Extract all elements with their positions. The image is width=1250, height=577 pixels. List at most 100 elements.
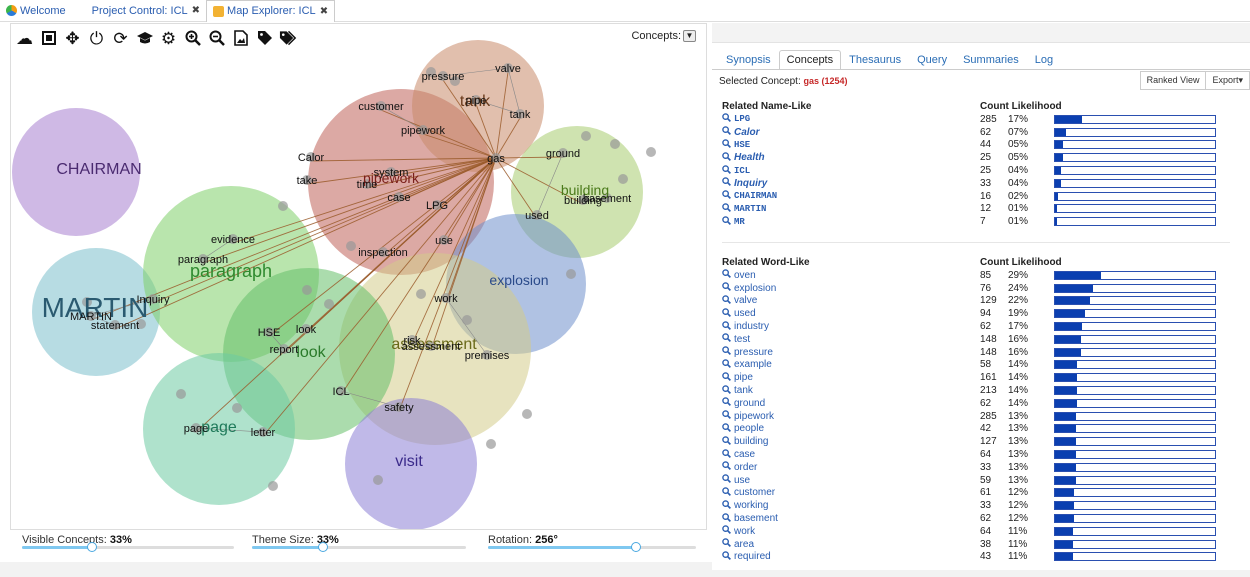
concept-name[interactable]: pressure	[722, 346, 980, 358]
chevron-down-icon[interactable]: ▼	[683, 30, 696, 42]
concept-row[interactable]: tank 213 14%	[722, 384, 1232, 397]
search-icon[interactable]	[722, 435, 734, 448]
concept-node[interactable]	[522, 409, 532, 419]
search-icon[interactable]	[722, 113, 734, 125]
concept-row[interactable]: use 59 13%	[722, 474, 1232, 487]
search-icon[interactable]	[722, 333, 734, 345]
concept-label[interactable]: LPG	[426, 200, 448, 212]
concept-name[interactable]: work	[722, 525, 980, 537]
concept-label[interactable]: order	[734, 462, 757, 473]
search-icon[interactable]	[722, 499, 734, 512]
concept-name[interactable]: ICL	[722, 164, 980, 177]
concept-row[interactable]: order 33 13%	[722, 461, 1232, 474]
concept-row[interactable]: oven 85 29%	[722, 269, 1232, 282]
concept-name[interactable]: tank	[722, 384, 980, 397]
concept-label[interactable]: report	[270, 344, 299, 356]
concept-label[interactable]: customer	[358, 101, 404, 113]
concept-name[interactable]: ground	[722, 397, 980, 409]
concept-label[interactable]: MARTIN	[734, 204, 766, 214]
concept-row[interactable]: MARTIN 12 01%	[722, 203, 1232, 216]
concept-label[interactable]: safety	[384, 402, 414, 414]
concept-node[interactable]	[462, 315, 472, 325]
search-icon[interactable]	[722, 215, 734, 228]
zoom-in-icon[interactable]	[183, 29, 202, 48]
concept-node[interactable]	[232, 403, 242, 413]
concept-name[interactable]: CHAIRMAN	[722, 190, 980, 202]
power-icon[interactable]: ⏻	[87, 29, 106, 48]
concept-node[interactable]	[176, 389, 186, 399]
concept-name[interactable]: Health	[722, 152, 980, 164]
concept-node[interactable]	[346, 241, 356, 251]
concept-name[interactable]: people	[722, 423, 980, 435]
concept-node[interactable]	[486, 439, 496, 449]
concept-label[interactable]: HSE	[258, 327, 281, 339]
concept-label[interactable]: oven	[734, 270, 756, 281]
concept-label[interactable]: industry	[734, 321, 769, 332]
concept-label[interactable]: Calor	[734, 127, 760, 138]
concept-label[interactable]: pipework	[401, 125, 446, 137]
concept-label[interactable]: page	[184, 423, 208, 435]
concept-row[interactable]: industry 62 17%	[722, 320, 1232, 333]
search-icon[interactable]	[722, 346, 734, 358]
search-icon[interactable]	[722, 410, 734, 422]
concept-row[interactable]: working 33 12%	[722, 499, 1232, 512]
concept-label[interactable]: basement	[734, 513, 778, 524]
concept-row[interactable]: pipework 285 13%	[722, 410, 1232, 423]
concept-row[interactable]: pipe 161 14%	[722, 371, 1232, 384]
concept-name[interactable]: case	[722, 448, 980, 461]
concept-label[interactable]: tank	[510, 109, 531, 121]
concept-label[interactable]: HSE	[734, 140, 750, 150]
export-image-icon[interactable]	[231, 29, 250, 48]
export-button[interactable]: Export▾	[1206, 71, 1250, 90]
tab-map-explorer[interactable]: Map Explorer: ICL ✖	[206, 0, 336, 22]
tab-query[interactable]: Query	[909, 50, 955, 70]
search-icon[interactable]	[722, 359, 734, 371]
concept-row[interactable]: required 43 11%	[722, 551, 1232, 564]
concept-label[interactable]: case	[734, 449, 755, 460]
search-icon[interactable]	[722, 461, 734, 473]
concept-label[interactable]: Inquiry	[136, 294, 170, 306]
concept-name[interactable]: oven	[722, 269, 980, 281]
concept-label[interactable]: Inquiry	[734, 178, 767, 189]
close-icon[interactable]: ✖	[320, 6, 328, 17]
concept-label[interactable]: ground	[734, 398, 765, 409]
concept-row[interactable]: CHAIRMAN 16 02%	[722, 190, 1232, 203]
concept-row[interactable]: building 127 13%	[722, 435, 1232, 448]
search-icon[interactable]	[722, 487, 734, 499]
concept-node[interactable]	[610, 139, 620, 149]
concept-label[interactable]: pipework	[734, 411, 774, 422]
concept-label[interactable]: working	[734, 500, 768, 511]
concept-label[interactable]: pipe	[466, 95, 487, 107]
concept-row[interactable]: area 38 11%	[722, 538, 1232, 551]
search-icon[interactable]	[722, 295, 734, 307]
concept-label[interactable]: example	[734, 359, 772, 370]
tab-summaries[interactable]: Summaries	[955, 50, 1027, 70]
concept-label[interactable]: test	[734, 334, 750, 345]
concept-label[interactable]: valve	[734, 295, 757, 306]
concept-label[interactable]: area	[734, 539, 754, 550]
concept-label[interactable]: premises	[465, 350, 510, 362]
theme-label[interactable]: CHAIRMAN	[56, 161, 141, 178]
search-icon[interactable]	[722, 126, 734, 138]
concept-label[interactable]: ground	[546, 148, 580, 160]
concept-label[interactable]: MR	[734, 217, 745, 227]
concept-name[interactable]: building	[722, 435, 980, 448]
search-icon[interactable]	[722, 525, 734, 537]
search-icon[interactable]	[722, 512, 734, 525]
concept-name[interactable]: basement	[722, 512, 980, 525]
concept-label[interactable]: gas	[487, 153, 505, 165]
search-icon[interactable]	[722, 177, 734, 189]
concept-node[interactable]	[618, 174, 628, 184]
concept-name[interactable]: use	[722, 474, 980, 486]
concept-label[interactable]: work	[433, 293, 458, 305]
concept-label[interactable]: valve	[495, 63, 521, 75]
concept-label[interactable]: pressure	[734, 347, 773, 358]
concept-name[interactable]: required	[722, 551, 980, 563]
search-icon[interactable]	[722, 152, 734, 164]
concept-row[interactable]: test 148 16%	[722, 333, 1232, 346]
tag-icon[interactable]	[255, 29, 274, 48]
concept-row[interactable]: pressure 148 16%	[722, 346, 1232, 359]
search-icon[interactable]	[722, 538, 734, 550]
concept-name[interactable]: Calor	[722, 126, 980, 138]
concept-name[interactable]: used	[722, 308, 980, 320]
